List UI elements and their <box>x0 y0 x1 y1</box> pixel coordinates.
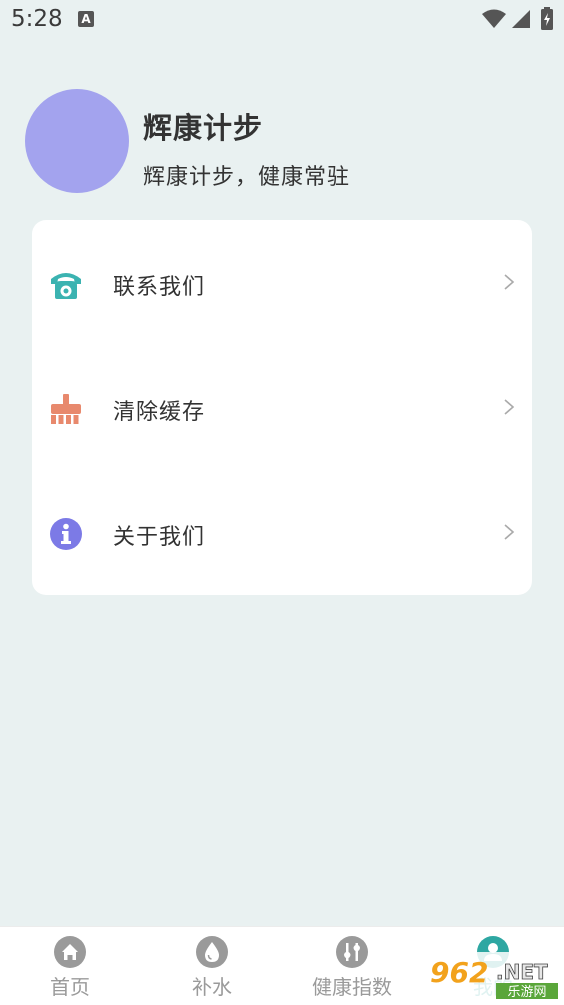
menu-item-label: 联系我们 <box>113 275 206 300</box>
battery-icon <box>541 7 553 30</box>
status-time: 5:28 <box>11 6 63 32</box>
tab-label: 健康指数 <box>312 975 392 999</box>
tab-label: 首页 <box>50 975 90 999</box>
avatar[interactable] <box>25 89 129 193</box>
chevron-right-icon <box>504 524 515 540</box>
broom-icon <box>51 394 81 424</box>
watermark-caption: 乐游网 <box>507 985 546 1000</box>
profile-name: 辉康计步 <box>143 111 264 145</box>
menu-item-label: 关于我们 <box>113 525 206 550</box>
tab-health-index[interactable]: 健康指数 <box>292 927 412 1005</box>
profile-slogan: 辉康计步，健康常驻 <box>143 165 351 190</box>
wifi-icon <box>482 9 506 28</box>
chevron-right-icon <box>504 399 515 415</box>
menu-item-contact-us[interactable]: 联系我们 <box>32 220 532 345</box>
phone-icon <box>51 273 81 299</box>
settings-menu-card: 联系我们 清除缓存 关于我们 <box>32 220 532 595</box>
chevron-right-icon <box>504 274 515 290</box>
menu-item-label: 清除缓存 <box>113 400 206 425</box>
signal-icon <box>512 10 530 28</box>
tab-home[interactable]: 首页 <box>10 927 130 1005</box>
status-bar: 5:28 A <box>0 0 564 40</box>
watermark-suffix: .NET <box>496 960 548 984</box>
info-icon <box>50 518 82 550</box>
sliders-icon <box>336 936 368 968</box>
menu-item-about-us[interactable]: 关于我们 <box>32 470 532 595</box>
watermark-logo: 962 .NET 乐游网 <box>426 952 560 1000</box>
water-drop-icon <box>196 936 228 968</box>
menu-item-clear-cache[interactable]: 清除缓存 <box>32 345 532 470</box>
home-icon <box>54 936 86 968</box>
tab-hydration[interactable]: 补水 <box>152 927 272 1005</box>
tab-label: 补水 <box>192 975 232 999</box>
a-icon: A <box>78 11 94 27</box>
watermark-brand: 962 <box>430 956 488 989</box>
profile-header: 辉康计步 辉康计步，健康常驻 <box>25 89 545 199</box>
